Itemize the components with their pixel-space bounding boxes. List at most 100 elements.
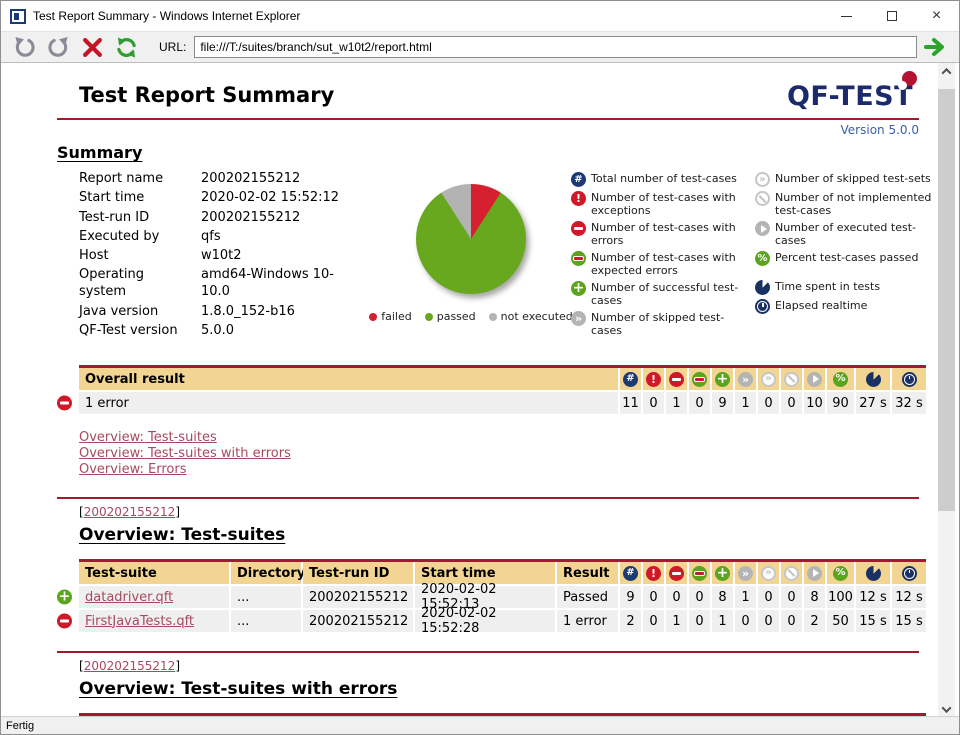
expected-error-count-icon <box>692 371 707 387</box>
field-label: Operating system <box>79 267 144 300</box>
metric-value: 15 s <box>892 610 926 632</box>
field-label: Host <box>79 248 109 263</box>
executed-count-column <box>804 562 825 584</box>
metric-value: 15 s <box>856 610 890 632</box>
success-count-column <box>712 368 733 390</box>
metric-value: 100 <box>827 586 854 608</box>
metric-value: 12 s <box>856 586 890 608</box>
legend-text: Time spent in tests <box>775 280 881 293</box>
elapsed-time-icon <box>755 299 770 314</box>
minimize-button[interactable] <box>824 1 869 31</box>
overall-result-label: 1 error <box>79 392 618 414</box>
suite-link[interactable]: FirstJavaTests.qft <box>85 614 194 629</box>
link-overview-test-suites-errors[interactable]: Overview: Test-suites with errors <box>79 446 291 462</box>
start-time-cell: 2020-02-02 15:52:13 <box>415 582 555 612</box>
metric-value: 12 s <box>892 586 926 608</box>
percent-passed-column <box>827 562 854 584</box>
forward-icon <box>47 36 68 57</box>
legend-text: Number of skipped test-sets <box>775 172 931 185</box>
minimize-icon <box>841 15 852 17</box>
directory-cell: ... <box>231 586 301 608</box>
col-result: Result <box>557 562 618 584</box>
time-spent-icon <box>865 565 881 581</box>
metric-value: 0 <box>758 392 779 414</box>
icon-legend: Total number of test-cases Number of tes… <box>571 172 939 341</box>
error-count-icon <box>571 221 586 236</box>
result-cell: Passed <box>557 586 618 608</box>
legend-text: Elapsed realtime <box>775 299 868 312</box>
field-label: QF-Test version <box>79 322 178 338</box>
legend-text: Number of executed test-cases <box>775 221 916 247</box>
total-count-icon <box>623 371 638 387</box>
executed-count-icon <box>755 221 770 236</box>
legend-text: Number of test-cases with expected error… <box>591 251 736 277</box>
test-suites-table: Test-suite Directory Test-run ID Start t… <box>57 559 926 636</box>
total-count-column <box>620 562 641 584</box>
chevron-down-icon <box>941 703 952 714</box>
percent-passed-icon <box>755 251 770 266</box>
version-text: Version 5.0.0 <box>840 123 919 137</box>
link-overview-test-suites[interactable]: Overview: Test-suites <box>79 430 217 446</box>
metric-value: 1 <box>735 392 756 414</box>
suite-row: FirstJavaTests.qft ... 200202155212 2020… <box>57 606 926 636</box>
status-text: Fertig <box>6 719 35 732</box>
test-run-ref-link[interactable]: 200202155212 <box>84 505 176 519</box>
app-icon <box>10 8 26 24</box>
metric-value: 32 s <box>892 392 926 414</box>
browser-toolbar: URL: <box>1 31 959 63</box>
section-divider <box>57 651 919 653</box>
refresh-button[interactable] <box>111 34 141 60</box>
table-header-row: Test-suite Directory Test-run ID Start t… <box>79 562 926 584</box>
page-title: Test Report Summary <box>79 83 335 107</box>
field-value: 200202155212 <box>201 171 301 186</box>
skipped-testcases-icon <box>571 311 586 326</box>
metric-value: 1 <box>666 392 687 414</box>
scroll-up-button[interactable] <box>938 63 955 80</box>
close-button[interactable]: × <box>914 1 959 31</box>
passed-status-icon <box>57 589 72 605</box>
exception-count-icon <box>646 371 661 387</box>
forward-button[interactable] <box>43 34 73 60</box>
status-bar: Fertig <box>1 716 959 734</box>
summary-fields: Report name 200202155212 Start time 2020-0… <box>79 170 343 341</box>
col-test-run-id: Test-run ID <box>303 562 413 584</box>
url-input[interactable] <box>194 36 917 58</box>
pie-chart-block: failed passed not executed <box>369 170 573 341</box>
chevron-up-icon <box>941 67 952 78</box>
stop-icon <box>82 37 102 57</box>
skipped-testsets-icon <box>761 565 776 581</box>
test-run-ref-link[interactable]: 200202155212 <box>84 659 176 673</box>
go-button[interactable] <box>921 34 951 60</box>
expected-error-count-icon <box>571 251 586 266</box>
error-status-icon <box>57 395 72 411</box>
browser-window: Test Report Summary - Windows Internet E… <box>0 0 960 735</box>
vertical-scrollbar[interactable] <box>938 63 955 718</box>
percent-passed-column <box>827 368 854 390</box>
suite-row: datadriver.qft ... 200202155212 2020-02-… <box>57 582 926 612</box>
legend-text: Number of test-cases with errors <box>591 221 736 247</box>
field-value: w10t2 <box>201 248 242 263</box>
expected-error-count-icon <box>692 565 707 581</box>
total-count-column <box>620 368 641 390</box>
error-count-icon <box>669 565 684 581</box>
run-id-cell: 200202155212 <box>303 610 413 632</box>
skipped-testcases-icon <box>738 371 753 387</box>
field-label: Start time <box>79 190 145 206</box>
maximize-button[interactable] <box>869 1 914 31</box>
field-label: Executed by <box>79 228 160 244</box>
stop-button[interactable] <box>77 34 107 60</box>
metric-value: 0 <box>643 392 664 414</box>
link-overview-errors[interactable]: Overview: Errors <box>79 462 186 478</box>
suite-link[interactable]: datadriver.qft <box>85 590 173 605</box>
skipped-testsets-column <box>758 368 779 390</box>
col-directory: Directory <box>231 562 305 584</box>
metric-value: 27 s <box>856 392 890 414</box>
pie-legend-label: passed <box>436 310 476 323</box>
back-button[interactable] <box>9 34 39 60</box>
metric-value: 1 <box>666 610 687 632</box>
result-cell: 1 error <box>557 610 618 632</box>
error-count-column <box>666 562 687 584</box>
legend-text: Number of skipped test-cases <box>591 311 725 337</box>
field-value: 1.8.0_152-b16 <box>201 303 295 319</box>
scrollbar-thumb[interactable] <box>938 89 955 511</box>
